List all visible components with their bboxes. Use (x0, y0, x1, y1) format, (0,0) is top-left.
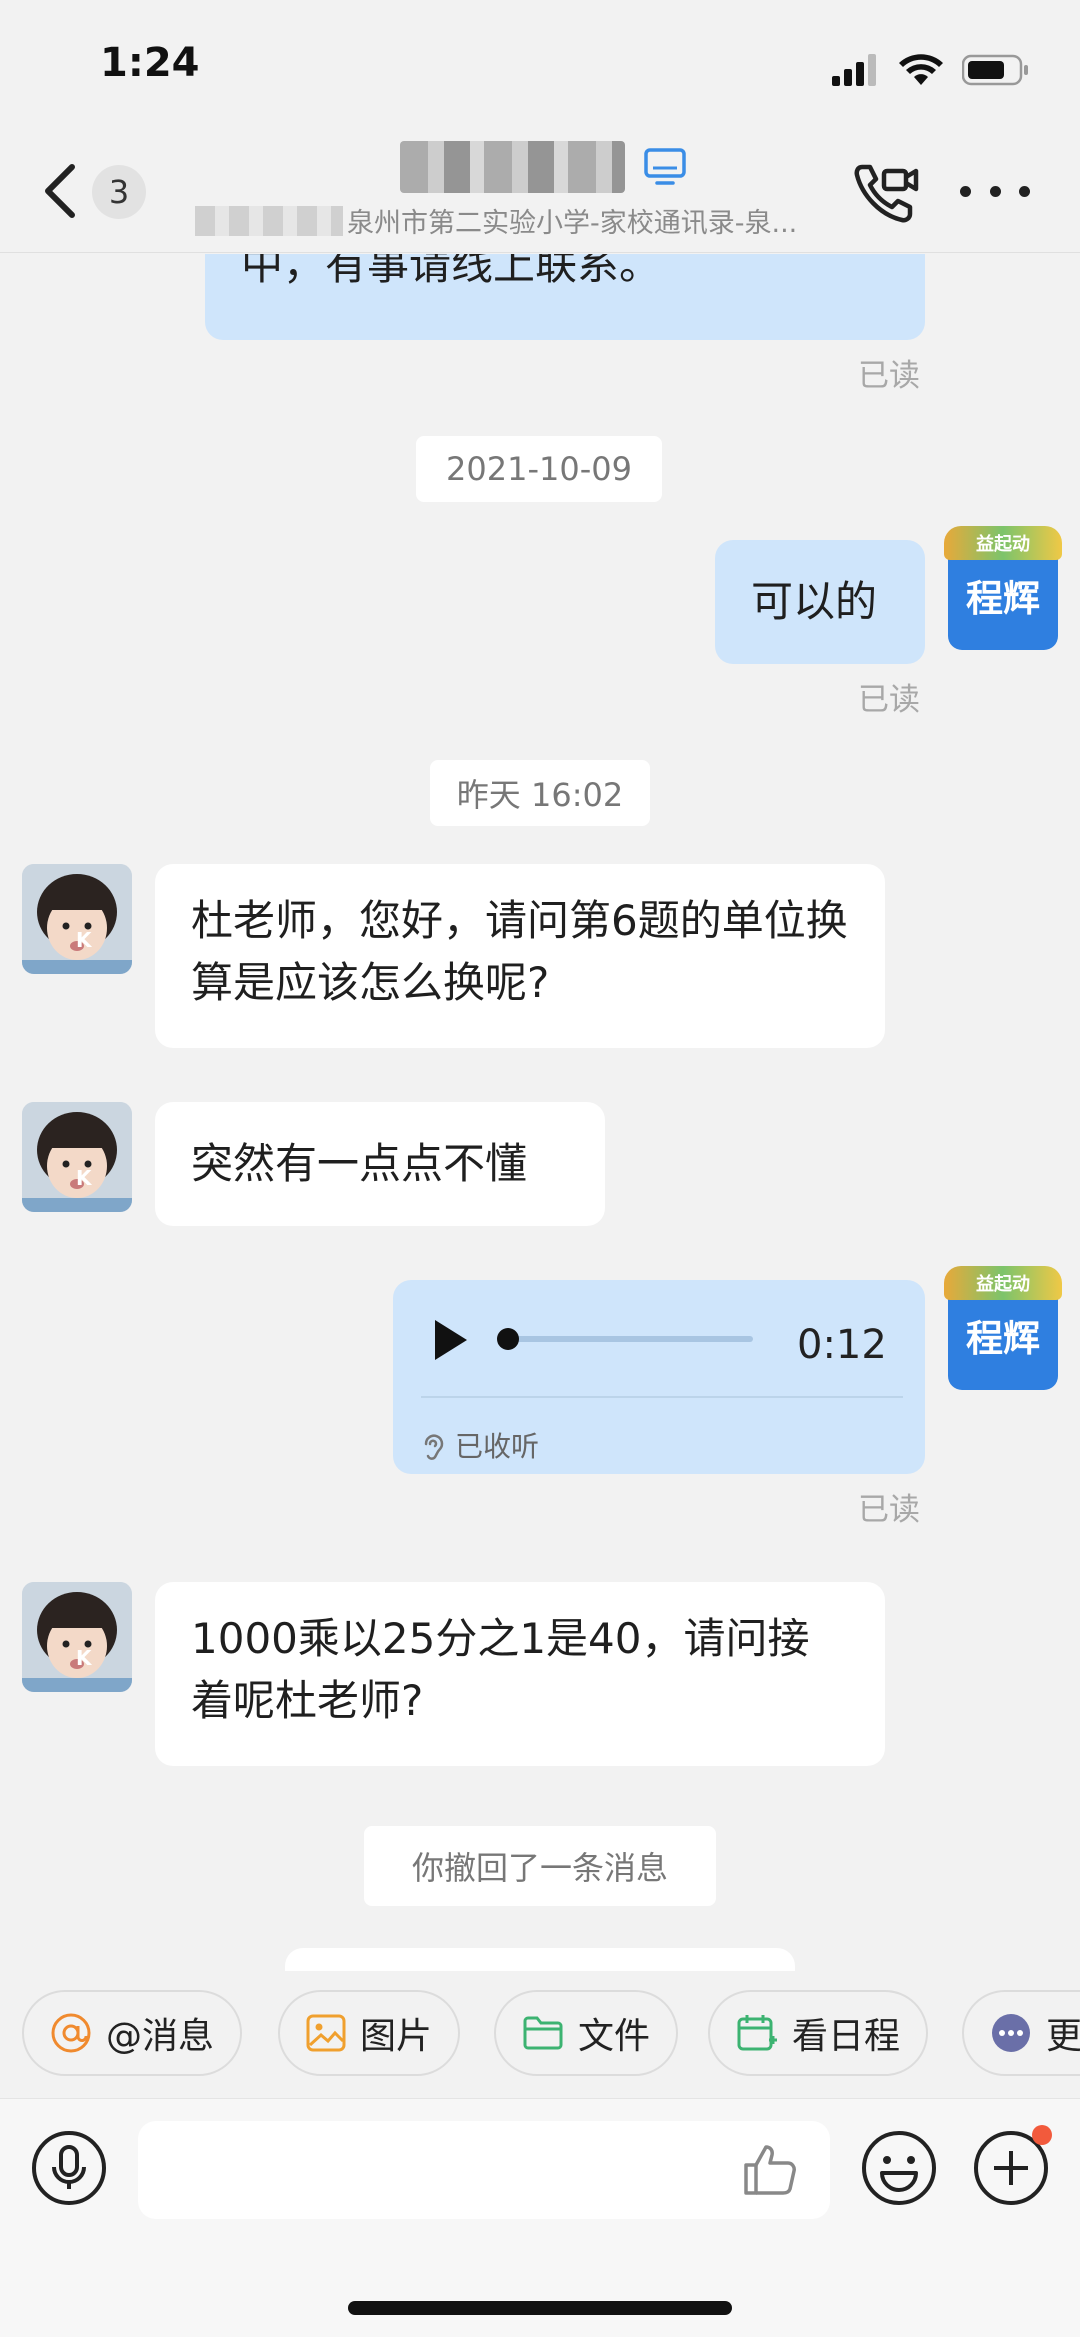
file-chip[interactable]: 文件 (494, 1990, 679, 2076)
status-time: 1:24 (100, 40, 200, 86)
voice-progress-track[interactable] (503, 1336, 753, 1342)
child-photo-icon (22, 864, 132, 974)
folder-icon (523, 2016, 563, 2050)
message-text: 中，有事请线上联系。 (241, 254, 662, 289)
image-icon (306, 2014, 346, 2052)
divider (421, 1396, 903, 1398)
mention-message-chip[interactable]: @消息 (22, 1990, 243, 2076)
chip-label: 更 (1046, 2016, 1080, 2057)
read-receipt: 已读 (858, 358, 920, 394)
status-icons (832, 50, 1030, 90)
chip-label: 文件 (578, 2016, 651, 2057)
avatar-name: 程辉 (966, 577, 1040, 620)
recall-notice: 你撤回了一条消息 (364, 1826, 716, 1906)
message-bubble-outgoing[interactable]: 可以的 (715, 540, 925, 664)
message-text: 突然有一点点不懂 (191, 1139, 528, 1188)
schedule-chip[interactable]: 看日程 (708, 1990, 929, 2076)
avatar-initial: K (76, 1166, 92, 1190)
child-photo-icon (22, 1102, 132, 1212)
back-button[interactable] (38, 161, 88, 221)
avatar-decoration: 益起动 (944, 1266, 1062, 1300)
thumbs-up-button[interactable] (740, 2139, 800, 2199)
ear-icon (424, 1434, 444, 1460)
voice-duration: 0:12 (797, 1322, 887, 1368)
contact-avatar[interactable]: K (22, 1582, 132, 1692)
subtitle-text: 泉州市第二实验小学-家校通讯录-泉... (347, 208, 798, 239)
message-bubble-outgoing[interactable]: 中，有事请线上联系。 (205, 254, 925, 340)
phone-video-icon (854, 164, 919, 223)
chat-title (400, 141, 687, 193)
home-indicator (348, 2301, 732, 2315)
avatar-decoration: 益起动 (944, 526, 1062, 560)
chevron-left-icon (45, 164, 75, 218)
voice-progress-handle[interactable] (497, 1328, 519, 1350)
thumbs-up-icon (744, 2145, 796, 2195)
smiley-icon (862, 2131, 936, 2205)
message-text: 1000乘以25分之1是40，请问接着呢杜老师? (191, 1614, 810, 1725)
read-receipt: 已读 (858, 682, 920, 718)
message-list[interactable]: 中，有事请线上联系。 已读 2021-10-09 可以的 益起动 程辉 已读 昨… (0, 254, 1080, 1971)
dot-icon (1019, 185, 1030, 197)
status-bar: 1:24 (0, 0, 1080, 135)
play-icon[interactable] (431, 1318, 471, 1362)
dot-icon (960, 185, 971, 197)
voice-player: 0:12 (393, 1280, 925, 1398)
contact-avatar[interactable]: K (22, 1102, 132, 1212)
input-bar (0, 2098, 1080, 2337)
child-photo-icon (22, 1582, 132, 1692)
avatar-name: 程辉 (966, 1317, 1040, 1360)
chip-label: @消息 (106, 2016, 215, 2057)
image-chip[interactable]: 图片 (278, 1990, 461, 2076)
message-input[interactable] (138, 2121, 830, 2219)
microphone-icon (32, 2131, 106, 2205)
quick-action-bar[interactable]: @消息 图片 文件 看日程 更 (0, 1972, 1080, 2076)
signal-icon (832, 54, 876, 86)
calendar-add-icon (737, 2015, 777, 2051)
message-text: 杜老师，您好，请问第6题的单位换算是应该怎么换呢? (191, 896, 848, 1007)
voice-message-bubble[interactable]: 0:12 已收听 (393, 1280, 925, 1474)
battery-icon (962, 54, 1028, 86)
more-chip[interactable]: 更 (962, 1990, 1080, 2076)
contact-avatar[interactable]: K (22, 864, 132, 974)
video-call-button[interactable] (850, 157, 920, 227)
blurred-subtitle (195, 205, 343, 236)
wifi-icon (899, 54, 943, 85)
voice-input-button[interactable] (30, 2129, 108, 2207)
unread-count-badge[interactable]: 3 (92, 165, 146, 219)
voice-status-text: 已收听 (455, 1430, 540, 1463)
chat-header: 3 泉州市第二实验小学-家校通讯录-泉... (0, 135, 1080, 253)
at-sign-icon (51, 2013, 91, 2053)
message-bubble-incoming[interactable]: 杜老师，您好，请问第6题的单位换算是应该怎么换呢? (155, 864, 885, 1048)
chat-subtitle: 泉州市第二实验小学-家校通讯录-泉... (195, 201, 797, 240)
avatar-initial: K (76, 1646, 92, 1670)
message-bubble-partial (285, 1948, 795, 1971)
more-circle-icon (992, 2014, 1030, 2052)
desktop-online-icon (644, 148, 686, 185)
message-text: 可以的 (751, 577, 878, 626)
blurred-contact-name (400, 141, 625, 193)
my-avatar[interactable]: 益起动 程辉 (944, 1266, 1062, 1390)
emoji-button[interactable] (860, 2129, 938, 2207)
more-options-button[interactable] (960, 171, 1030, 211)
date-separator: 昨天 16:02 (430, 760, 650, 826)
date-separator: 2021-10-09 (416, 436, 662, 502)
chip-label: 看日程 (792, 2016, 901, 2057)
chip-label: 图片 (360, 2016, 433, 2057)
dot-icon (989, 185, 1001, 197)
my-avatar[interactable]: 益起动 程辉 (944, 526, 1062, 650)
message-bubble-incoming[interactable]: 突然有一点点不懂 (155, 1102, 605, 1226)
voice-listened-status: 已收听 (421, 1416, 539, 1478)
avatar-initial: K (76, 928, 92, 952)
notification-dot (1032, 2125, 1052, 2145)
read-receipt: 已读 (858, 1492, 920, 1528)
message-bubble-incoming[interactable]: 1000乘以25分之1是40，请问接着呢杜老师? (155, 1582, 885, 1766)
